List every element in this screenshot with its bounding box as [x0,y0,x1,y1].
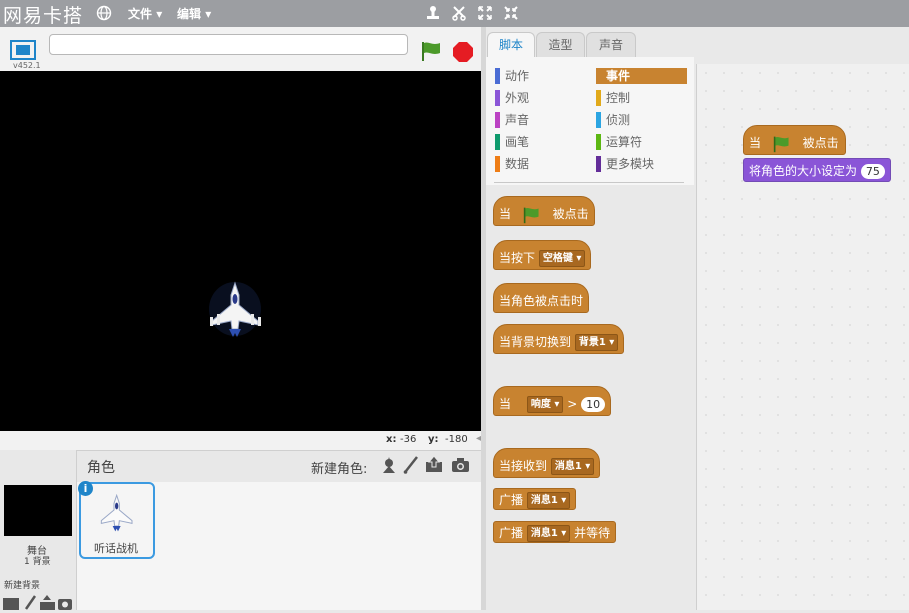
new-sprite-label: 新建角色: [311,458,367,477]
backdrop-tools-icon[interactable] [2,595,74,613]
menu-edit-label: 编辑 [177,7,201,21]
category-control[interactable]: 控制 [596,90,687,106]
green-flag-icon[interactable] [420,40,444,65]
green-flag-icon [771,135,793,153]
loudness-input[interactable]: 10 [581,397,605,412]
category-sound[interactable]: 声音 [495,112,529,128]
sprites-header-label: 角色 [87,457,115,477]
app-logo[interactable]: 网易卡搭 [3,1,83,28]
block-broadcast[interactable]: 广播 消息1 ▾ [493,488,576,510]
y-label: y: [428,434,439,445]
broadcast-wait-dropdown[interactable]: 消息1 ▾ [527,525,570,542]
fighter-jet-thumbnail-icon [98,494,136,535]
size-value-input[interactable]: 75 [861,164,885,179]
sprite-name-label: 听话战机 [94,540,138,556]
stage-backdrop-count: 1 背景 [24,554,51,567]
project-title-input[interactable] [49,34,408,55]
x-label: x: [386,434,396,445]
category-data[interactable]: 数据 [495,156,529,172]
message-dropdown[interactable]: 消息1 ▾ [551,458,594,475]
mouse-x-value: -36 [400,434,416,445]
block-when-receive[interactable]: 当接收到 消息1 ▾ [493,448,600,478]
stop-icon[interactable] [452,41,474,66]
cut-icon[interactable] [451,5,467,21]
broadcast-dropdown[interactable]: 消息1 ▾ [527,492,570,509]
shrink-icon[interactable] [503,5,519,21]
tab-scripts[interactable]: 脚本 [487,32,535,58]
category-more-blocks[interactable]: 更多模块 [596,156,687,172]
menu-edit[interactable]: 编辑 ▾ [177,5,211,22]
category-list-left: 动作 外观 声音 画笔 数据 [495,68,529,172]
menu-file-label: 文件 [128,7,152,21]
version-label: v452.1 [13,61,41,70]
category-sensing[interactable]: 侦测 [596,112,687,128]
tab-costumes[interactable]: 造型 [536,32,585,58]
info-icon[interactable]: i [78,481,93,496]
coordinates-bar: x: -36 y: -180 ◀ [0,431,481,450]
grow-icon[interactable] [477,5,493,21]
stage-canvas[interactable] [0,71,481,431]
stage-thumbnail[interactable] [4,485,72,536]
block-when-sprite-clicked[interactable]: 当角色被点击时 [493,283,589,313]
globe-icon[interactable] [96,5,112,24]
script-set-size-block[interactable]: 将角色的大小设定为 75 [743,158,891,182]
stamp-icon[interactable] [425,5,441,21]
category-events[interactable]: 事件 [596,68,687,84]
choose-sprite-library-icon[interactable] [380,456,398,477]
mouse-y-value: -180 [445,434,468,445]
category-looks[interactable]: 外观 [495,90,529,106]
camera-icon[interactable] [451,457,470,476]
category-separator [494,182,684,183]
upload-icon[interactable] [424,455,444,476]
block-when-backdrop-switches[interactable]: 当背景切换到 背景1 ▾ [493,324,624,354]
tab-sounds[interactable]: 声音 [586,32,636,58]
category-pen[interactable]: 画笔 [495,134,529,150]
green-flag-icon [521,206,543,224]
category-motion[interactable]: 动作 [495,68,529,84]
menu-file[interactable]: 文件 ▾ [128,5,162,22]
loudness-dropdown[interactable]: 响度 ▾ [527,396,564,413]
fullscreen-icon[interactable] [10,40,36,63]
block-when-key-pressed[interactable]: 当按下 空格键 ▾ [493,240,591,270]
script-when-flag-clicked[interactable]: 当 被点击 [743,125,846,155]
category-list-right: 事件 控制 侦测 运算符 更多模块 [596,68,687,172]
category-operators[interactable]: 运算符 [596,134,687,150]
block-broadcast-and-wait[interactable]: 广播 消息1 ▾ 并等待 [493,521,616,543]
key-dropdown[interactable]: 空格键 ▾ [539,250,586,267]
fighter-jet-sprite[interactable] [208,281,263,341]
backdrop-dropdown[interactable]: 背景1 ▾ [575,334,618,351]
paint-brush-icon[interactable] [403,456,419,477]
block-when-loudness[interactable]: 当 响度 ▾ > 10 [493,386,611,416]
block-when-flag-clicked[interactable]: 当 被点击 [493,196,595,226]
new-backdrop-label: 新建背景 [4,578,40,591]
